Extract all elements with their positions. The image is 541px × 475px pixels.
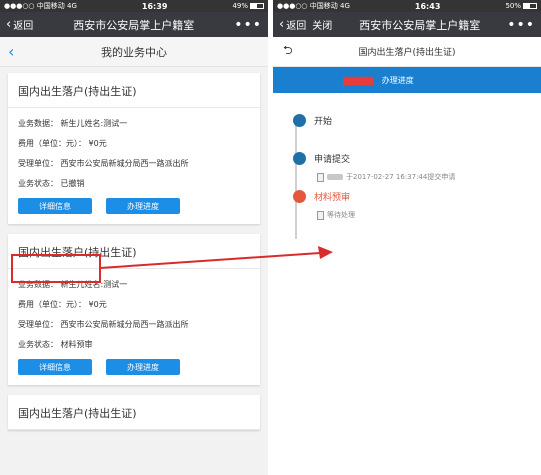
step-label: 申请提交 [314, 154, 351, 165]
timeline-spacer [293, 131, 541, 147]
timeline-step-submit: 申请提交 [293, 147, 541, 169]
left-phone-screen: ●●●○○ 中国移动 4G 16:39 49% ‹ 返回 西安市公安局掌上户籍室… [0, 0, 268, 475]
card-business-data: 业务数据： 新生儿姓名:测试一 [18, 280, 128, 289]
progress-button[interactable]: 办理进度 [106, 359, 180, 375]
step-label: 开始 [314, 116, 333, 127]
progress-button[interactable]: 办理进度 [106, 198, 180, 214]
tab-progress[interactable]: 办理进度 [382, 75, 414, 86]
redacted-name [327, 174, 343, 180]
business-list: 国内出生落户(持出生证) 业务数据： 新生儿姓名:测试一 费用（单位：元）： ¥… [0, 67, 268, 430]
page-back-icon[interactable]: ‹ [8, 42, 14, 61]
document-icon [317, 172, 324, 182]
card-business-data: 业务数据： 新生儿姓名:测试一 [18, 119, 128, 128]
page-header: ⮌ 国内出生落户(持出生证) [273, 37, 541, 67]
nav-bar: ‹ 返回 西安市公安局掌上户籍室 ••• [0, 12, 268, 37]
business-card: 国内出生落户(持出生证) 业务数据： 新生儿姓名:测试一 费用（单位：元）： ¥… [8, 234, 260, 385]
page-title: 国内出生落户(持出生证) [358, 48, 456, 58]
chevron-left-icon: ‹ [279, 17, 285, 32]
card-fee: 费用（单位：元）： ¥0元 [18, 139, 107, 148]
card-title: 国内出生落户(持出生证) [8, 395, 260, 430]
business-card: 国内出生落户(持出生证) [8, 395, 260, 430]
card-fee: 费用（单位：元）： ¥0元 [18, 300, 107, 309]
status-right: 50% [505, 2, 537, 10]
detail-button[interactable]: 详细信息 [18, 359, 92, 375]
back-label: 返回 [13, 21, 34, 32]
battery-percent: 50% [505, 2, 521, 10]
close-button[interactable]: 关闭 [312, 17, 332, 32]
detail-button[interactable]: 详细信息 [18, 198, 92, 214]
card-actions: 详细信息 办理进度 [8, 353, 260, 385]
nav-bar: ‹ 返回 关闭 西安市公安局掌上户籍室 ••• [273, 12, 541, 37]
nav-title: 西安市公安局掌上户籍室 [73, 18, 195, 32]
battery-icon [250, 3, 264, 9]
battery-level [524, 4, 530, 8]
carrier-signal: ●●●○○ 中国移动 4G [277, 2, 350, 10]
carrier-signal: ●●●○○ 中国移动 4G [4, 2, 77, 10]
chevron-left-icon: ‹ [6, 17, 12, 32]
status-time: 16:39 [141, 1, 168, 11]
card-office: 受理单位： 西安市公安局新城分局西一路派出所 [18, 320, 189, 329]
status-time: 16:43 [414, 1, 441, 11]
step-label: 材料预审 [314, 192, 351, 203]
submit-note-text: 于2017-02-27 16:37:44提交申请 [346, 173, 456, 181]
status-bar: ●●●○○ 中国移动 4G 16:43 50% [273, 0, 541, 12]
card-office: 受理单位： 西安市公安局新城分局西一路派出所 [18, 159, 189, 168]
step-note: 于2017-02-27 16:37:44提交申请 [293, 169, 541, 185]
page-header: ‹ 我的业务中心 [0, 37, 268, 67]
battery-icon [523, 3, 537, 9]
step-note: 等待处理 [293, 207, 541, 223]
timeline-step-start: 开始 [293, 109, 541, 131]
card-status: 业务状态： 材料预审 [18, 340, 93, 349]
card-title: 国内出生落户(持出生证) [8, 73, 260, 108]
document-icon [317, 210, 324, 220]
battery-level [251, 4, 257, 8]
review-note-text: 等待处理 [327, 211, 355, 219]
status-bar: ●●●○○ 中国移动 4G 16:39 49% [0, 0, 268, 12]
tab-bar: ▇▇▇▇▇ 办理进度 [273, 67, 541, 93]
business-card: 国内出生落户(持出生证) 业务数据： 新生儿姓名:测试一 费用（单位：元）： ¥… [8, 73, 260, 224]
redacted-tab[interactable]: ▇▇▇▇▇ [343, 76, 374, 85]
back-label: 返回 [286, 21, 307, 32]
right-phone-screen: ●●●○○ 中国移动 4G 16:43 50% ‹ 返回 关闭 西安市公安局掌上… [273, 0, 541, 475]
card-status: 业务状态： 已撤销 [18, 179, 85, 188]
nav-title: 西安市公安局掌上户籍室 [359, 18, 481, 32]
more-menu-button[interactable]: ••• [234, 17, 262, 33]
back-button[interactable]: ‹ 返回 [6, 17, 33, 32]
return-arrow-icon[interactable]: ⮌ [283, 41, 293, 62]
card-title: 国内出生落户(持出生证) [8, 234, 260, 269]
battery-percent: 49% [232, 2, 248, 10]
step-dot [293, 189, 306, 203]
step-dot [293, 113, 306, 127]
step-dot [293, 151, 306, 165]
page-title: 我的业务中心 [101, 45, 167, 59]
timeline-line [295, 119, 297, 239]
timeline-step-review: 材料预审 [293, 185, 541, 207]
card-actions: 详细信息 办理进度 [8, 192, 260, 224]
progress-timeline: 开始 申请提交 于2017-02-27 16:37:44提交申请 材料预审 等待… [273, 109, 541, 239]
back-button[interactable]: ‹ 返回 [279, 17, 306, 32]
status-right: 49% [232, 2, 264, 10]
more-menu-button[interactable]: ••• [507, 17, 535, 33]
